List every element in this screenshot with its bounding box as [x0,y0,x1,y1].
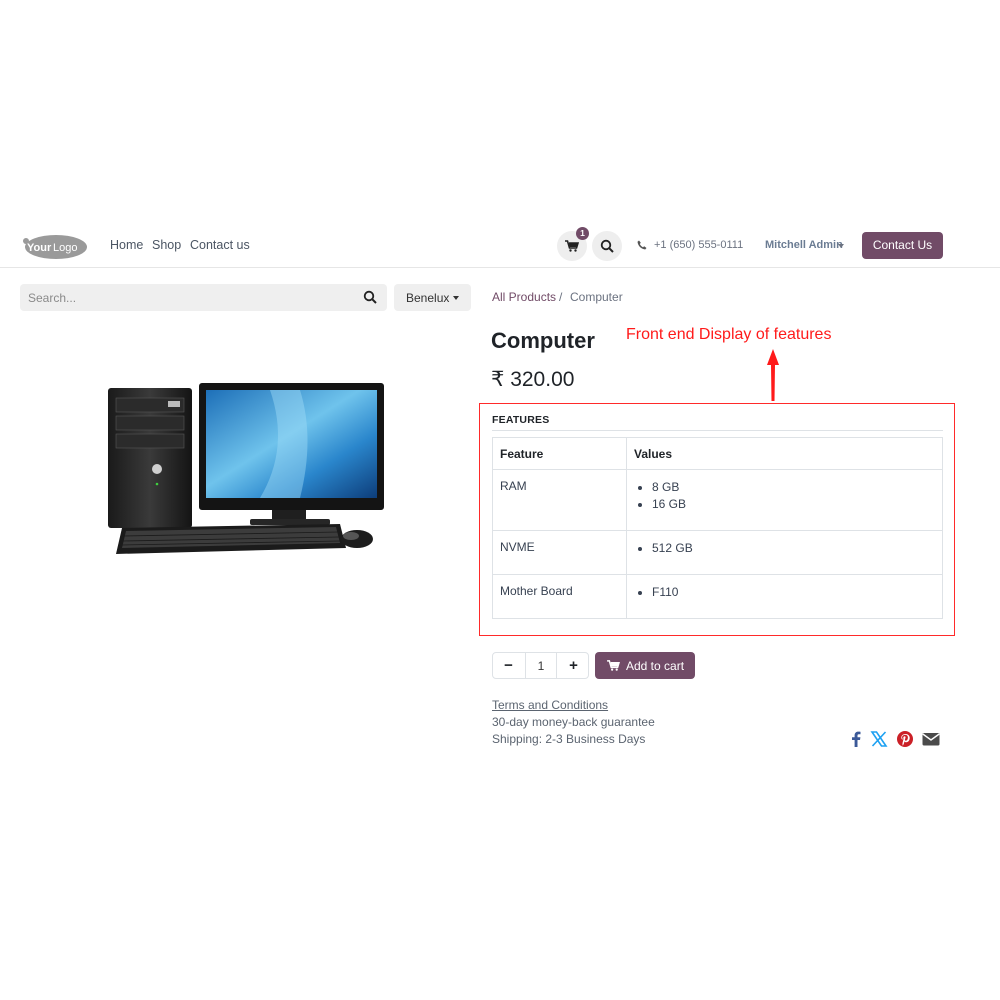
table-header-row: Feature Values [492,437,943,470]
feature-value: 512 GB [652,540,935,557]
product-search [20,284,387,311]
guarantee-text: 30-day money-back guarantee [492,715,655,729]
product-title: Computer [491,328,595,353]
column-header-feature: Feature [492,437,627,470]
svg-text:Logo: Logo [53,242,77,254]
product-price: ₹ 320.00 [491,368,575,391]
feature-value: 16 GB [652,496,935,513]
quantity-stepper: − + [492,652,589,679]
add-to-cart-label: Add to cart [626,659,685,673]
feature-name: RAM [492,469,627,531]
column-header-values: Values [626,437,943,470]
search-input[interactable] [20,284,350,311]
features-title: FEATURES [492,414,550,426]
decrease-quantity-button[interactable]: − [493,653,524,678]
chevron-down-icon [453,296,459,300]
quantity-input[interactable] [525,653,557,678]
breadcrumb-current: Computer [570,290,623,304]
add-to-cart-button[interactable]: Add to cart [595,652,695,679]
feature-name: NVME [492,530,627,575]
shopping-cart-icon [565,240,579,252]
search-icon[interactable] [363,290,377,304]
feature-values: 512 GB [626,530,943,575]
terms-link[interactable]: Terms and Conditions [492,698,608,712]
feature-value: 8 GB [652,479,935,496]
x-icon[interactable] [869,729,889,749]
table-row: RAM 8 GB 16 GB [492,469,943,531]
svg-text:Your: Your [27,242,52,254]
user-menu[interactable]: Mitchell Admin [765,239,843,251]
features-table: Feature Values RAM 8 GB 16 GB NVME 512 G… [492,437,943,619]
feature-values: F110 [626,574,943,619]
company-logo[interactable]: Your Logo [20,233,88,261]
feature-values: 8 GB 16 GB [626,469,943,531]
table-row: NVME 512 GB [492,530,943,575]
nav-home[interactable]: Home [110,238,143,252]
annotation-arrow [767,349,779,401]
breadcrumb-all-products[interactable]: All Products [492,290,556,304]
features-divider [492,430,943,431]
phone-icon [637,240,647,250]
increase-quantity-button[interactable]: + [558,653,589,678]
pinterest-icon[interactable] [895,729,915,749]
chevron-down-icon [838,244,844,248]
search-icon [600,239,614,253]
site-header: Your Logo Home Shop Contact us 1 +1 (650… [0,221,1000,268]
breadcrumb-separator: / [559,290,563,304]
header-search-button[interactable] [592,231,622,261]
phone-number[interactable]: +1 (650) 555-0111 [654,239,743,251]
nav-shop[interactable]: Shop [152,238,181,252]
pricelist-selected: Benelux [406,291,450,305]
shopping-cart-icon [607,660,620,671]
product-image [108,383,384,554]
feature-name: Mother Board [492,574,627,619]
email-icon[interactable] [921,729,941,749]
annotation-label: Front end Display of features [626,326,832,343]
nav-contact-us[interactable]: Contact us [190,238,250,252]
table-row: Mother Board F110 [492,574,943,619]
shipping-text: Shipping: 2-3 Business Days [492,732,646,746]
cart-count-badge: 1 [576,227,589,240]
pricelist-dropdown[interactable]: Benelux [394,284,471,311]
feature-value: F110 [652,584,935,601]
contact-us-button[interactable]: Contact Us [862,232,943,259]
facebook-icon[interactable] [846,729,866,749]
